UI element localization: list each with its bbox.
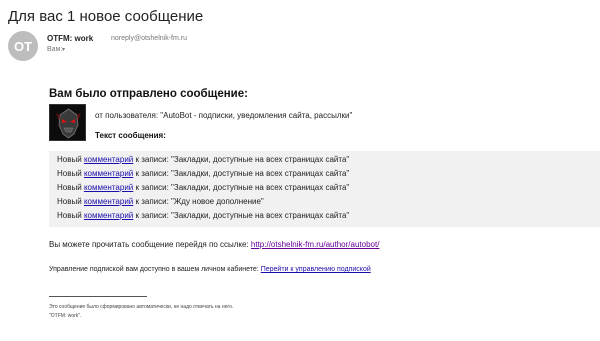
sender-info: от пользователя: "AutoBot - подписки, ув… bbox=[95, 111, 353, 120]
sender-name[interactable]: OTFM: work bbox=[47, 34, 93, 43]
message-heading: Вам было отправлено сообщение: bbox=[49, 88, 248, 100]
recipient-label: Вам: bbox=[47, 46, 63, 53]
sender-header: OT OTFM: work noreply@otshelnik-fm.ru Ва… bbox=[8, 31, 598, 63]
recipient-details-caret-icon[interactable]: ▾ bbox=[62, 46, 65, 53]
comment-link[interactable]: комментарий bbox=[84, 169, 133, 178]
message-text-title: Текст сообщения: bbox=[95, 131, 166, 140]
list-item: Новый комментарий к записи: "Закладки, д… bbox=[57, 183, 350, 192]
comment-link[interactable]: комментарий bbox=[84, 211, 133, 220]
message-box: Новый комментарий к записи: "Закладки, д… bbox=[49, 151, 600, 227]
author-profile-link[interactable]: http://otshelnik-fm.ru/author/autobot/ bbox=[251, 240, 380, 249]
list-item: Новый комментарий к записи: "Закладки, д… bbox=[57, 169, 350, 178]
list-item: Новый комментарий к записи: "Жду новое д… bbox=[57, 197, 264, 206]
comment-link[interactable]: комментарий bbox=[84, 183, 133, 192]
list-item: Новый комментарий к записи: "Закладки, д… bbox=[57, 155, 350, 164]
manage-subscription-line: Управление подпиской вам доступно в ваше… bbox=[49, 266, 371, 273]
comment-link[interactable]: комментарий bbox=[84, 155, 133, 164]
email-subject: Для вас 1 новое сообщение bbox=[8, 8, 204, 25]
read-message-line: Вы можете прочитать сообщение перейдя по… bbox=[49, 240, 380, 249]
footer-signature: "OTFM: work". bbox=[49, 313, 82, 319]
sender-email[interactable]: noreply@otshelnik-fm.ru bbox=[111, 35, 187, 42]
footer-note: Это сообщение было сформировано автомати… bbox=[49, 304, 234, 310]
footer-divider bbox=[49, 296, 147, 297]
comment-link[interactable]: комментарий bbox=[84, 197, 133, 206]
robot-logo-icon bbox=[49, 104, 86, 141]
sender-avatar[interactable]: OT bbox=[8, 31, 38, 61]
list-item: Новый комментарий к записи: "Закладки, д… bbox=[57, 211, 350, 220]
manage-subscription-link[interactable]: Перейти к управлению подпиской bbox=[261, 266, 371, 273]
